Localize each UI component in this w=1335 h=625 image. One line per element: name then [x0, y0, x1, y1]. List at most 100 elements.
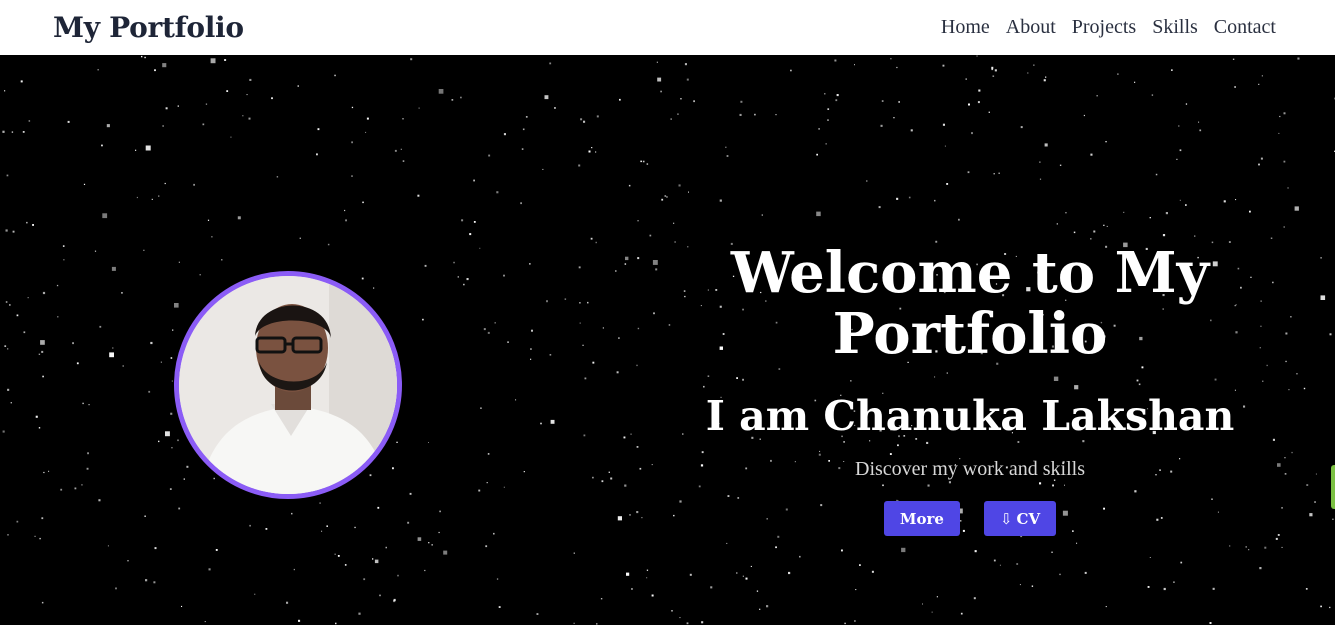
star	[393, 599, 396, 603]
star	[1180, 561, 1183, 564]
star	[43, 471, 45, 474]
star	[587, 301, 589, 304]
star	[678, 184, 681, 187]
star	[496, 578, 499, 580]
star	[165, 431, 170, 437]
side-edge-tab[interactable]	[1331, 465, 1335, 509]
star	[1279, 115, 1281, 118]
nav-link-skills[interactable]: Skills	[1152, 16, 1198, 39]
star	[993, 173, 995, 175]
star	[835, 99, 838, 102]
star	[726, 155, 729, 157]
nav-link-home[interactable]: Home	[941, 16, 990, 39]
star	[827, 108, 830, 110]
star	[688, 191, 689, 193]
star	[631, 588, 633, 590]
star	[591, 147, 593, 149]
star	[719, 199, 722, 202]
star	[145, 579, 148, 582]
star	[636, 511, 639, 514]
star	[1314, 501, 1316, 503]
star	[7, 388, 10, 391]
hero-tagline: Discover my work and skills	[855, 458, 1085, 480]
star	[1059, 164, 1062, 166]
star	[960, 612, 963, 615]
hero-text-block: Welcome to My Portfolio I am Chanuka Lak…	[640, 243, 1300, 536]
star	[169, 488, 172, 490]
star	[115, 587, 117, 590]
star	[16, 520, 19, 523]
nav-link-about[interactable]: About	[1006, 16, 1056, 39]
star	[1173, 581, 1175, 583]
star	[4, 345, 7, 347]
star	[910, 129, 913, 132]
star	[457, 276, 459, 278]
star	[86, 467, 89, 470]
star	[859, 564, 861, 566]
star	[407, 521, 410, 524]
star	[775, 114, 777, 116]
star	[107, 545, 109, 547]
star	[578, 266, 581, 269]
star	[148, 390, 151, 393]
star	[564, 298, 567, 300]
star	[479, 247, 481, 249]
star	[27, 297, 29, 299]
star	[855, 589, 857, 591]
download-cv-button[interactable]: ⇩ CV	[983, 501, 1057, 536]
star	[291, 512, 293, 515]
star	[396, 441, 398, 443]
star	[1287, 187, 1289, 189]
star	[619, 98, 621, 101]
star	[453, 261, 455, 264]
star	[649, 234, 652, 237]
star	[1212, 587, 1215, 590]
star	[967, 171, 970, 174]
star	[1178, 125, 1180, 127]
star	[4, 90, 6, 92]
star	[81, 484, 83, 486]
star	[486, 482, 488, 484]
star	[827, 119, 829, 121]
more-button[interactable]: More	[883, 501, 960, 536]
nav-link-projects[interactable]: Projects	[1072, 16, 1136, 39]
star	[1194, 235, 1196, 237]
star	[112, 347, 114, 349]
star	[671, 610, 673, 612]
star	[164, 182, 166, 185]
star	[1258, 83, 1260, 85]
star	[628, 184, 631, 187]
star	[646, 569, 649, 571]
star	[816, 153, 818, 156]
star	[523, 471, 525, 473]
star	[507, 341, 509, 343]
star	[934, 199, 936, 202]
brand-logo[interactable]: My Portfolio	[53, 11, 244, 44]
star	[248, 117, 251, 120]
star	[595, 151, 597, 153]
star	[978, 89, 981, 92]
star	[896, 66, 898, 69]
star	[1031, 585, 1034, 587]
star	[41, 350, 44, 353]
star	[542, 168, 544, 170]
star	[602, 327, 604, 329]
star	[210, 58, 216, 64]
star	[199, 274, 201, 276]
star	[174, 303, 179, 308]
star	[660, 90, 662, 93]
star	[766, 605, 769, 608]
star	[98, 499, 101, 502]
star	[171, 380, 173, 382]
star	[41, 517, 44, 520]
star	[417, 537, 422, 541]
star	[326, 525, 328, 527]
star	[880, 124, 883, 127]
nav-link-contact[interactable]: Contact	[1214, 16, 1276, 39]
star	[460, 96, 462, 99]
star	[11, 131, 14, 133]
star	[215, 549, 218, 551]
star	[82, 402, 84, 405]
star	[595, 241, 597, 244]
star	[60, 488, 63, 491]
